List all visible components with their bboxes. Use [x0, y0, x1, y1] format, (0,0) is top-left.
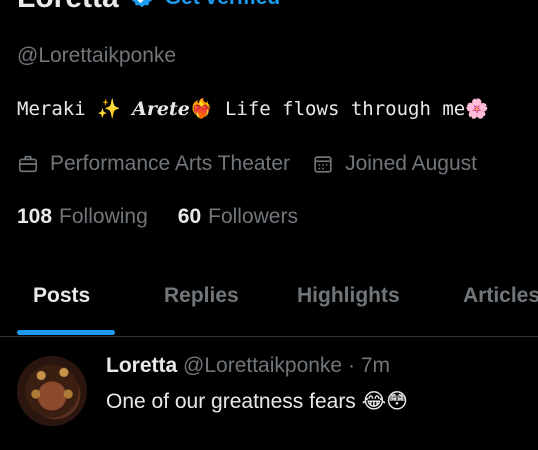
- get-verified-link[interactable]: Get verified: [165, 0, 281, 10]
- profile-work: Performance Arts Theater: [17, 152, 290, 176]
- profile-joined-label: Joined August: [345, 152, 477, 175]
- profile-stats: 108 Following 60 Followers: [17, 205, 298, 229]
- followers-link[interactable]: 60 Followers: [178, 205, 298, 229]
- tab-posts[interactable]: Posts: [33, 284, 90, 308]
- post-header: Loretta @Lorettaikponke · 7m: [106, 354, 390, 378]
- profile-name-row: Loretta Get verified: [17, 0, 280, 14]
- active-tab-indicator: [17, 330, 115, 335]
- tab-replies[interactable]: Replies: [164, 284, 239, 308]
- post-author-name[interactable]: Loretta: [106, 354, 177, 377]
- verified-badge-icon[interactable]: [129, 0, 155, 11]
- avatar[interactable]: [17, 356, 87, 426]
- bio-text-part-2: ❤️‍🔥 Life flows through me🌸: [189, 98, 489, 120]
- followers-count: 60: [177, 205, 202, 228]
- post-separator: ·: [347, 354, 355, 377]
- profile-joined: Joined August: [312, 152, 477, 176]
- profile-tabs: Posts Replies Highlights Articles: [0, 262, 538, 337]
- following-count: 108: [17, 205, 53, 228]
- post-item[interactable]: Loretta @Lorettaikponke · 7m One of our …: [0, 337, 538, 450]
- profile-display-name: Loretta: [17, 0, 119, 15]
- briefcase-icon: [18, 155, 38, 173]
- bio-text-part-1: Meraki ✨: [17, 98, 133, 120]
- profile-handle: @Lorettaikponke: [17, 44, 177, 67]
- profile-meta-row: Performance Arts Theater Joined August: [17, 152, 477, 176]
- calendar-icon: [314, 156, 332, 173]
- followers-label: Followers: [208, 205, 298, 228]
- post-author-handle[interactable]: @Lorettaikponke: [183, 354, 342, 377]
- post-text: One of our greatness fears 😂😳: [106, 390, 409, 413]
- post-timestamp[interactable]: 7m: [361, 354, 390, 377]
- following-label: Following: [59, 205, 148, 228]
- profile-bio: Meraki ✨ Arete❤️‍🔥 Life flows through me…: [17, 97, 489, 120]
- tab-articles[interactable]: Articles: [463, 284, 538, 308]
- bio-script-name: Arete: [132, 98, 190, 120]
- tab-highlights[interactable]: Highlights: [297, 284, 400, 308]
- following-link[interactable]: 108 Following: [17, 205, 148, 229]
- profile-work-label: Performance Arts Theater: [50, 152, 291, 175]
